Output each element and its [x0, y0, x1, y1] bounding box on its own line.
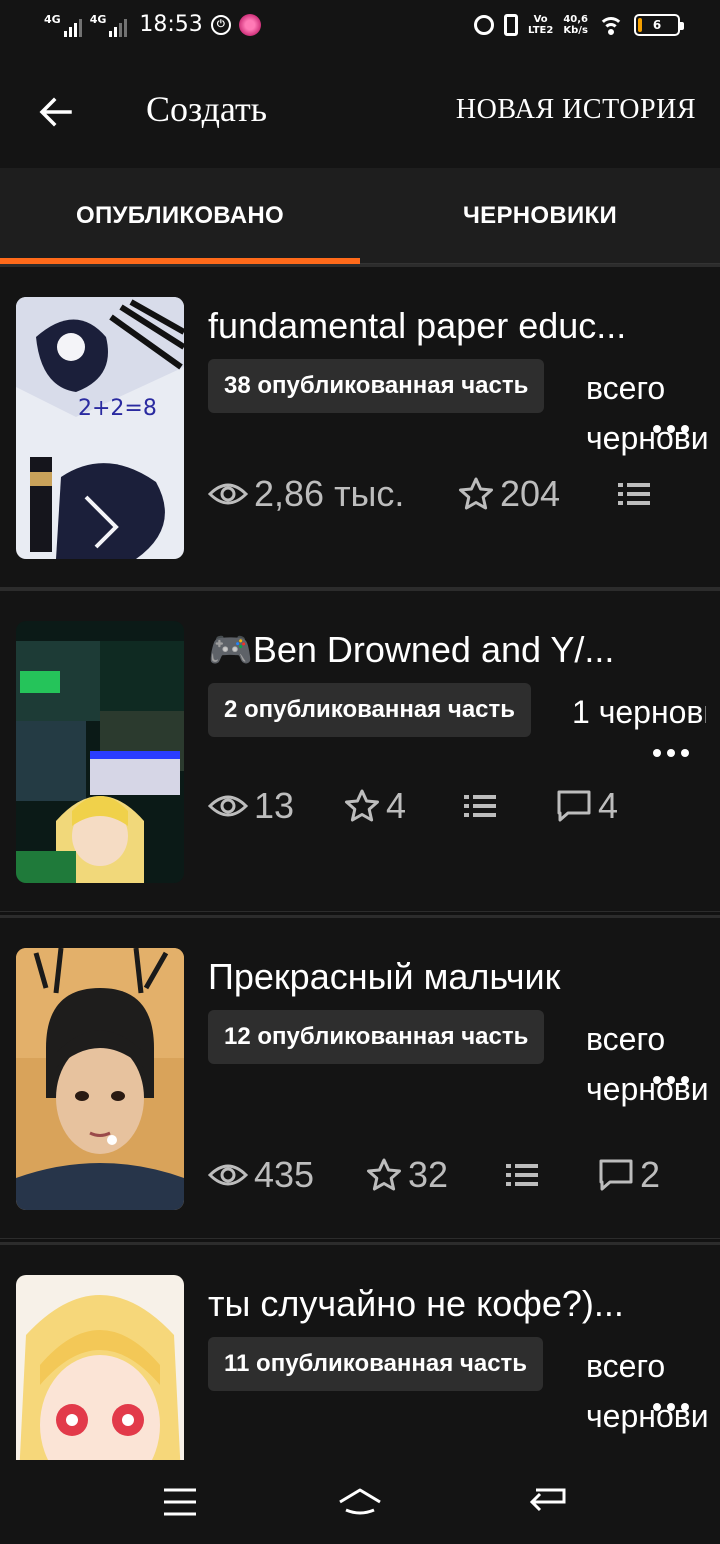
- signal-2-icon: 4G: [90, 13, 128, 37]
- new-story-button[interactable]: НОВАЯ ИСТОРИЯ: [456, 94, 696, 126]
- page-title: Создать: [146, 89, 268, 129]
- network-type-1: 4G: [44, 12, 61, 26]
- story-cover-image: 2+2=8: [16, 297, 184, 559]
- back-arrow-icon[interactable]: [36, 92, 76, 132]
- list-icon: [506, 1164, 538, 1186]
- published-parts-badge: 38 опубликованная часть: [208, 359, 545, 413]
- comments-stat: 4: [556, 781, 618, 831]
- speed-unit: Kb/s: [563, 25, 588, 36]
- votes-stat: 204: [458, 469, 560, 519]
- story-card[interactable]: 🎮Ben Drowned and Y/... 2 опубликованная …: [0, 588, 720, 912]
- network-speed: 40,6 Kb/s: [563, 14, 588, 36]
- back-nav-icon[interactable]: [526, 1482, 574, 1522]
- published-parts-badge: 11 опубликованная часть: [208, 1337, 544, 1391]
- published-parts-badge: 2 опубликованная часть: [208, 683, 532, 737]
- eye-icon: [208, 1164, 248, 1186]
- story-card[interactable]: ты случайно не кофе?)... 11 опубликованн…: [0, 1242, 720, 1460]
- story-cover-image: [16, 1275, 184, 1460]
- views-count: 2,86 тыс.: [254, 473, 405, 514]
- votes-count: 204: [500, 473, 561, 514]
- views-count: 435: [254, 1154, 315, 1195]
- volte-line1: Vo: [533, 14, 548, 25]
- votes-stat: 4: [344, 781, 406, 831]
- more-options-icon[interactable]: [652, 1399, 690, 1411]
- drafts-count: всего черновиков: [586, 370, 710, 456]
- comment-icon: [557, 790, 591, 822]
- volte-line2: LTE2: [527, 25, 554, 36]
- comments-stat: 2: [598, 1150, 660, 1200]
- tab-drafts[interactable]: ЧЕРНОВИКИ: [360, 168, 720, 264]
- tab-bar: ОПУБЛИКОВАНО ЧЕРНОВИКИ: [0, 168, 720, 264]
- story-title: fundamental paper educ...: [208, 305, 627, 346]
- drafts-count: всего черновиков: [586, 1021, 710, 1107]
- eye-icon: [208, 483, 248, 505]
- story-title: ты случайно не кофе?)...: [208, 1283, 624, 1324]
- signal-1-icon: 4G: [44, 13, 82, 37]
- status-left: 4G 4G 18:53 ⏻: [44, 12, 261, 37]
- app-bar: Создать НОВАЯ ИСТОРИЯ: [0, 56, 720, 168]
- battery-icon: 6: [634, 14, 684, 36]
- story-card[interactable]: 2+2=8 fundamental paper educ... 38 опубл…: [0, 264, 720, 588]
- vibrate-icon: [503, 14, 518, 36]
- story-title: 🎮Ben Drowned and Y/...: [208, 629, 615, 670]
- app-notification-icon: [238, 13, 261, 36]
- drafts-count: всего черновиков: [586, 1348, 710, 1434]
- tab-published[interactable]: ОПУБЛИКОВАНО: [0, 168, 360, 264]
- votes-stat: 32: [366, 1150, 448, 1200]
- views-stat: 435: [208, 1150, 314, 1200]
- story-card[interactable]: Прекрасный мальчик 12 опубликованная час…: [0, 915, 720, 1239]
- system-nav-bar: [0, 1460, 720, 1544]
- comments-count: 4: [598, 785, 619, 826]
- votes-count: 4: [386, 785, 407, 826]
- more-options-icon[interactable]: [652, 745, 690, 757]
- status-right: Vo LTE2 40,6 Kb/s 6: [473, 14, 684, 36]
- star-icon: [345, 789, 379, 822]
- story-cover-image: [16, 621, 184, 883]
- comments-count: 2: [640, 1154, 661, 1195]
- star-icon: [367, 1158, 401, 1191]
- more-options-icon[interactable]: [652, 1072, 690, 1084]
- eye-icon: [208, 795, 248, 817]
- network-type-2: 4G: [89, 12, 107, 26]
- star-icon: [459, 477, 493, 510]
- views-stat: 13: [208, 781, 294, 831]
- views-count: 13: [254, 785, 295, 826]
- clock: 18:53: [139, 12, 203, 37]
- list-icon: [464, 795, 496, 817]
- story-cover-image: [16, 948, 184, 1210]
- svg-text:2+2=8: 2+2=8: [78, 396, 157, 421]
- parts-list-stat: [506, 1150, 538, 1200]
- published-parts-badge: 12 опубликованная часть: [208, 1010, 545, 1064]
- story-title: Прекрасный мальчик: [208, 956, 561, 997]
- wifi-icon: [598, 15, 624, 35]
- list-icon: [618, 483, 650, 505]
- battery-level: 6: [652, 18, 662, 32]
- drafts-count: 1 черновик: [572, 694, 706, 730]
- alarm-icon: [473, 15, 494, 35]
- parts-list-stat: [618, 469, 650, 519]
- volte-indicator: Vo LTE2: [528, 14, 553, 36]
- menu-icon[interactable]: [156, 1482, 204, 1522]
- status-bar: 4G 4G 18:53 ⏻ Vo LTE2 40,6 Kb/s 6: [0, 0, 720, 56]
- comment-icon: [599, 1159, 633, 1191]
- views-stat: 2,86 тыс.: [208, 469, 404, 519]
- parts-list-stat: [464, 781, 496, 831]
- speed-value: 40,6: [563, 14, 588, 25]
- story-list[interactable]: 2+2=8 fundamental paper educ... 38 опубл…: [0, 264, 720, 1460]
- home-icon[interactable]: [336, 1482, 384, 1522]
- votes-count: 32: [408, 1154, 449, 1195]
- data-saver-icon: ⏻: [210, 14, 231, 35]
- more-options-icon[interactable]: [652, 421, 690, 433]
